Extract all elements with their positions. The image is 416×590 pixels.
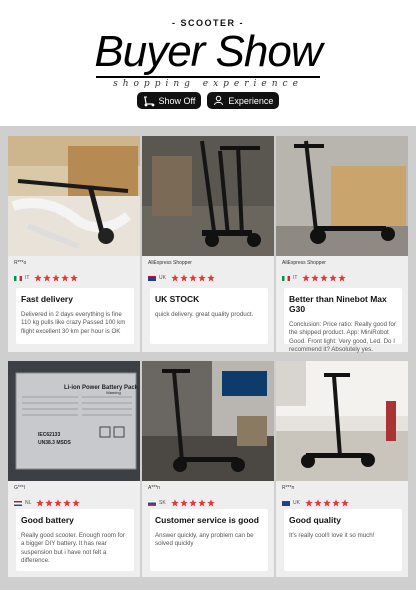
review-photo[interactable]: Li-ion Power Battery Pack Warning IEC621…: [8, 361, 140, 481]
product-page: - SCOOTER - Buyer Show shopping experien…: [0, 0, 416, 590]
review-card[interactable]: AliExpress Shopper UK UK STOCK quick del…: [142, 136, 274, 352]
battery-label-spec: IEC62133: [38, 432, 60, 438]
review-box: Good quality It's really cool!I love it …: [284, 509, 402, 571]
star-rating: [171, 269, 215, 287]
reviewer-name: R***o: [14, 260, 27, 266]
review-photo[interactable]: [142, 361, 274, 481]
buyer-show-header: - SCOOTER - Buyer Show shopping experien…: [0, 0, 416, 118]
star-rating: [302, 269, 347, 287]
review-card[interactable]: R***n UK Good quality It's really cool!I…: [276, 361, 408, 577]
experience-label: Experience: [228, 95, 274, 106]
star-icon: [189, 269, 197, 287]
review-headline: Customer service is good: [155, 515, 259, 525]
star-icon: [180, 269, 188, 287]
star-icon: [171, 269, 179, 287]
review-box: Better than Ninebot Max G30 Conclusion: …: [284, 288, 402, 353]
review-box: Fast delivery Delivered in 2 days everyt…: [16, 288, 134, 344]
reviewer-name: AliExpress Shopper: [282, 260, 326, 266]
show-off-label: Show Off: [158, 95, 196, 106]
review-card[interactable]: A***n SK Customer service is good Answer…: [142, 361, 274, 577]
reviewer-country: NL: [25, 500, 32, 506]
reviewer-country: IT: [25, 275, 30, 281]
scooter-icon: [143, 95, 155, 107]
star-icon: [302, 269, 311, 287]
star-icon: [43, 269, 52, 287]
review-headline: Good quality: [289, 515, 341, 525]
star-icon: [329, 269, 338, 287]
review-meta: AliExpress Shopper IT: [276, 256, 408, 290]
review-card[interactable]: AliExpress Shopper IT Better than Ninebo…: [276, 136, 408, 353]
page-title: Buyer Show: [94, 27, 322, 76]
review-photo[interactable]: [142, 136, 274, 256]
star-icon: [70, 269, 79, 287]
header-buttons: Show Off Experience: [0, 92, 416, 109]
review-meta: AliExpress Shopper UK: [142, 256, 274, 290]
reviewer-name: A***n: [148, 485, 160, 491]
review-photo[interactable]: [276, 136, 408, 256]
experience-button[interactable]: Experience: [207, 92, 280, 109]
reviewer-country: UK: [159, 275, 166, 281]
title-underline: [96, 76, 320, 78]
slovakia-flag-icon: [148, 500, 156, 506]
review-body: Delivered in 2 days everything is fine 1…: [21, 311, 126, 335]
reviewer-country: SK: [159, 500, 166, 506]
review-body: Answer quickly, any problem can be solve…: [155, 532, 254, 548]
reviewer-country: UK: [293, 500, 300, 506]
header-subtitle: shopping experience: [113, 79, 303, 89]
battery-label-spec2: UN38.3 MSDS: [38, 440, 71, 446]
battery-label-warning: Warning: [106, 390, 121, 395]
review-photo[interactable]: [8, 136, 140, 256]
star-icon: [61, 269, 70, 287]
star-icon: [311, 269, 320, 287]
uk-flag-icon: [282, 500, 290, 506]
italy-flag-icon: [282, 275, 290, 281]
star-rating: [34, 269, 79, 287]
reviewer-name: AliExpress Shopper: [148, 260, 192, 266]
star-icon: [320, 269, 329, 287]
show-off-button[interactable]: Show Off: [136, 92, 202, 109]
review-box: UK STOCK quick delivery. great quality p…: [150, 288, 268, 344]
star-icon: [198, 269, 206, 287]
battery-label-title: Li-ion Power Battery Pack: [64, 385, 139, 391]
review-card[interactable]: R***o IT Fast delivery Delivered in 2 da…: [8, 136, 140, 352]
star-icon: [338, 269, 347, 287]
reviewer-name: G***l: [14, 485, 25, 491]
review-headline: Fast delivery: [21, 294, 73, 304]
review-headline: UK STOCK: [155, 294, 200, 304]
person-icon: [213, 95, 224, 106]
review-photo[interactable]: [276, 361, 408, 481]
italy-flag-icon: [14, 275, 22, 281]
uk-flag-icon: [148, 275, 156, 281]
star-icon: [52, 269, 61, 287]
reviewer-name: R***n: [282, 485, 295, 491]
netherlands-flag-icon: [14, 500, 22, 506]
review-meta: R***o IT: [8, 256, 140, 290]
review-box: Customer service is good Answer quickly,…: [150, 509, 268, 571]
star-icon: [34, 269, 43, 287]
reviewer-country: IT: [293, 275, 298, 281]
review-body: quick delivery. great quality product.: [155, 311, 254, 318]
star-icon: [207, 269, 215, 287]
review-headline: Good battery: [21, 515, 74, 525]
review-headline: Better than Ninebot Max G30: [289, 294, 387, 314]
review-body: It's really cool!I love it so much!: [289, 532, 375, 539]
review-card[interactable]: Li-ion Power Battery Pack Warning IEC621…: [8, 361, 140, 577]
review-body: Conclusion: Price ratio: Really good for…: [289, 321, 396, 354]
review-box: Good battery Really good scooter. Enough…: [16, 509, 134, 571]
review-body: Really good scooter. Enough room for a b…: [21, 532, 125, 565]
